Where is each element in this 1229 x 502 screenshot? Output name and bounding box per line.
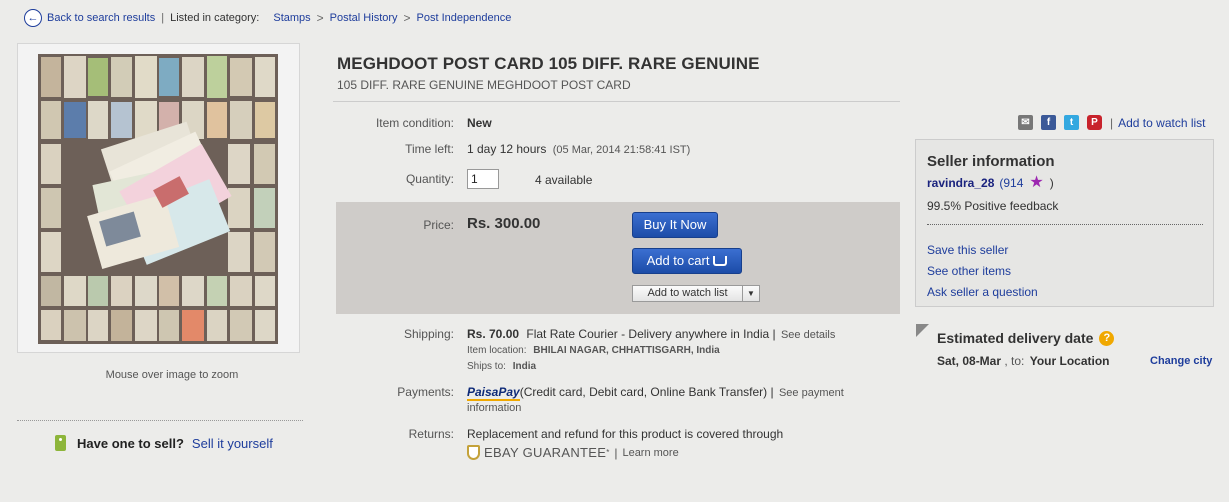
guarantee-mark: * (606, 448, 610, 457)
breadcrumb-gt: > (316, 11, 324, 25)
sell-question: Have one to sell? (77, 435, 184, 451)
corner-marker (916, 324, 929, 337)
cart-icon (713, 256, 728, 266)
ships-to-label: Ships to: (467, 361, 506, 372)
price-label: Price: (423, 218, 454, 232)
zoom-hint: Mouse over image to zoom (105, 369, 239, 381)
quantity-label: Quantity: (405, 172, 454, 186)
see-payment-link[interactable]: See payment (779, 387, 844, 399)
title-divider (333, 101, 900, 102)
ask-seller-link[interactable]: Ask seller a question (927, 285, 1038, 299)
delivery-line: Sat, 08-Mar , to: Your Location (937, 354, 1110, 368)
sell-it-yourself-link[interactable]: Sell it yourself (192, 436, 273, 451)
price-value: Rs. 300.00 (467, 215, 541, 232)
payments-line: PaisaPay(Credit card, Debit card, Online… (467, 385, 844, 401)
sell-prompt: Have one to sell? Sell it yourself (55, 435, 273, 451)
save-seller-link[interactable]: Save this seller (927, 243, 1008, 257)
chevron-down-icon[interactable]: ▼ (742, 286, 759, 301)
ships-to-value: India (512, 361, 537, 372)
paisapay-logo: PaisaPay (467, 385, 520, 401)
seller-name-row: ravindra_28 (914 ★ ) (927, 174, 1054, 191)
time-left-duration: 1 day 12 hours (467, 142, 547, 156)
seller-name-link[interactable]: ravindra_28 (927, 176, 994, 190)
condition-label: Item condition: (375, 116, 454, 130)
ships-to: Ships to: India (467, 361, 536, 372)
delivery-heading: Estimated delivery date (937, 330, 1094, 346)
listed-in-label: Listed in category: (170, 12, 260, 24)
delivery-date: Sat, 08-Mar (937, 354, 1002, 368)
seller-info-panel: Seller information ravindra_28 (914 ★ ) … (915, 139, 1214, 307)
positive-feedback: 99.5% Positive feedback (927, 199, 1059, 213)
change-city-link[interactable]: Change city (1150, 355, 1212, 367)
add-to-watch-list-link[interactable]: Add to watch list (1118, 116, 1205, 130)
email-icon[interactable]: ✉ (1018, 115, 1033, 130)
item-location-value: BHILAI NAGAR, CHHATTISGARH, India (533, 345, 720, 356)
add-to-cart-button[interactable]: Add to cart (632, 248, 742, 274)
item-title: MEGHDOOT POST CARD 105 DIFF. RARE GENUIN… (337, 54, 760, 73)
twitter-icon[interactable]: t (1064, 115, 1079, 130)
breadcrumb: ← Back to search results | Listed in cat… (24, 8, 511, 28)
time-left-value: 1 day 12 hours (05 Mar, 2014 21:58:41 IS… (467, 142, 690, 156)
see-details-link[interactable]: See details (781, 329, 835, 341)
add-to-watch-list-button[interactable]: Add to watch list ▼ (632, 285, 760, 302)
breadcrumb-item-stamps[interactable]: Stamps (273, 12, 310, 24)
add-to-watch-list-label: Add to watch list (647, 287, 728, 299)
score-close: ) (1049, 176, 1054, 190)
item-location-label: Item location: (467, 345, 527, 356)
shipping-cost: Rs. 70.00 (467, 327, 520, 341)
add-to-cart-label: Add to cart (646, 253, 710, 268)
postcards-collage (38, 54, 278, 344)
item-subtitle: 105 DIFF. RARE GENUINE MEGHDOOT POST CAR… (337, 78, 631, 92)
breadcrumb-item-postal-history[interactable]: Postal History (330, 12, 398, 24)
item-image-box[interactable] (17, 43, 300, 353)
see-other-items-link[interactable]: See other items (927, 264, 1011, 278)
learn-more-link[interactable]: Learn more (622, 447, 678, 459)
ebay-guarantee: EBAY GUARANTEE * | Learn more (467, 445, 679, 460)
shipping-line: Rs. 70.00 Flat Rate Courier - Delivery a… (467, 327, 835, 341)
time-left-label: Time left: (405, 142, 454, 156)
shipping-label: Shipping: (403, 327, 454, 341)
delivery-to: , to: (1004, 354, 1025, 368)
condition-value: New (467, 116, 492, 130)
item-photo[interactable] (38, 54, 278, 344)
share-bar: ✉ f t P | Add to watch list (1018, 115, 1206, 130)
breadcrumb-separator: | (161, 12, 165, 24)
facebook-icon[interactable]: f (1041, 115, 1056, 130)
back-to-search-link[interactable]: Back to search results (47, 12, 155, 24)
returns-label: Returns: (408, 427, 454, 441)
delivery-location: Your Location (1029, 354, 1110, 368)
help-icon[interactable]: ? (1099, 330, 1115, 346)
feedback-score-link[interactable]: (914 (999, 176, 1023, 190)
available-count: 4 available (535, 173, 593, 187)
back-arrow-icon[interactable]: ← (24, 9, 42, 27)
share-separator: | (1110, 115, 1114, 130)
breadcrumb-item-post-independence[interactable]: Post Independence (417, 12, 512, 24)
returns-description: Replacement and refund for this product … (467, 427, 784, 441)
breadcrumb-gt: > (403, 11, 411, 25)
pinterest-icon[interactable]: P (1087, 115, 1102, 130)
delivery-heading-row: Estimated delivery date ? (937, 330, 1115, 346)
seller-divider (927, 224, 1203, 225)
price-tag-icon (55, 435, 66, 451)
shipping-description: Flat Rate Courier - Delivery anywhere in… (526, 327, 776, 341)
payments-label: Payments: (397, 385, 454, 399)
quantity-input[interactable]: 1 (467, 169, 499, 189)
separator: | (614, 445, 618, 460)
buy-it-now-button[interactable]: Buy It Now (632, 212, 718, 238)
end-time: (05 Mar, 2014 21:58:41 IST) (552, 144, 691, 156)
purple-star-icon: ★ (1029, 174, 1044, 191)
guarantee-text: EBAY GUARANTEE (484, 445, 607, 460)
payments-description: (Credit card, Debit card, Online Bank Tr… (519, 385, 774, 399)
seller-info-heading: Seller information (927, 153, 1055, 170)
shield-icon (467, 445, 480, 460)
payment-information-link[interactable]: information (467, 402, 521, 414)
divider (17, 420, 303, 421)
item-location: Item location: BHILAI NAGAR, CHHATTISGAR… (467, 345, 720, 356)
